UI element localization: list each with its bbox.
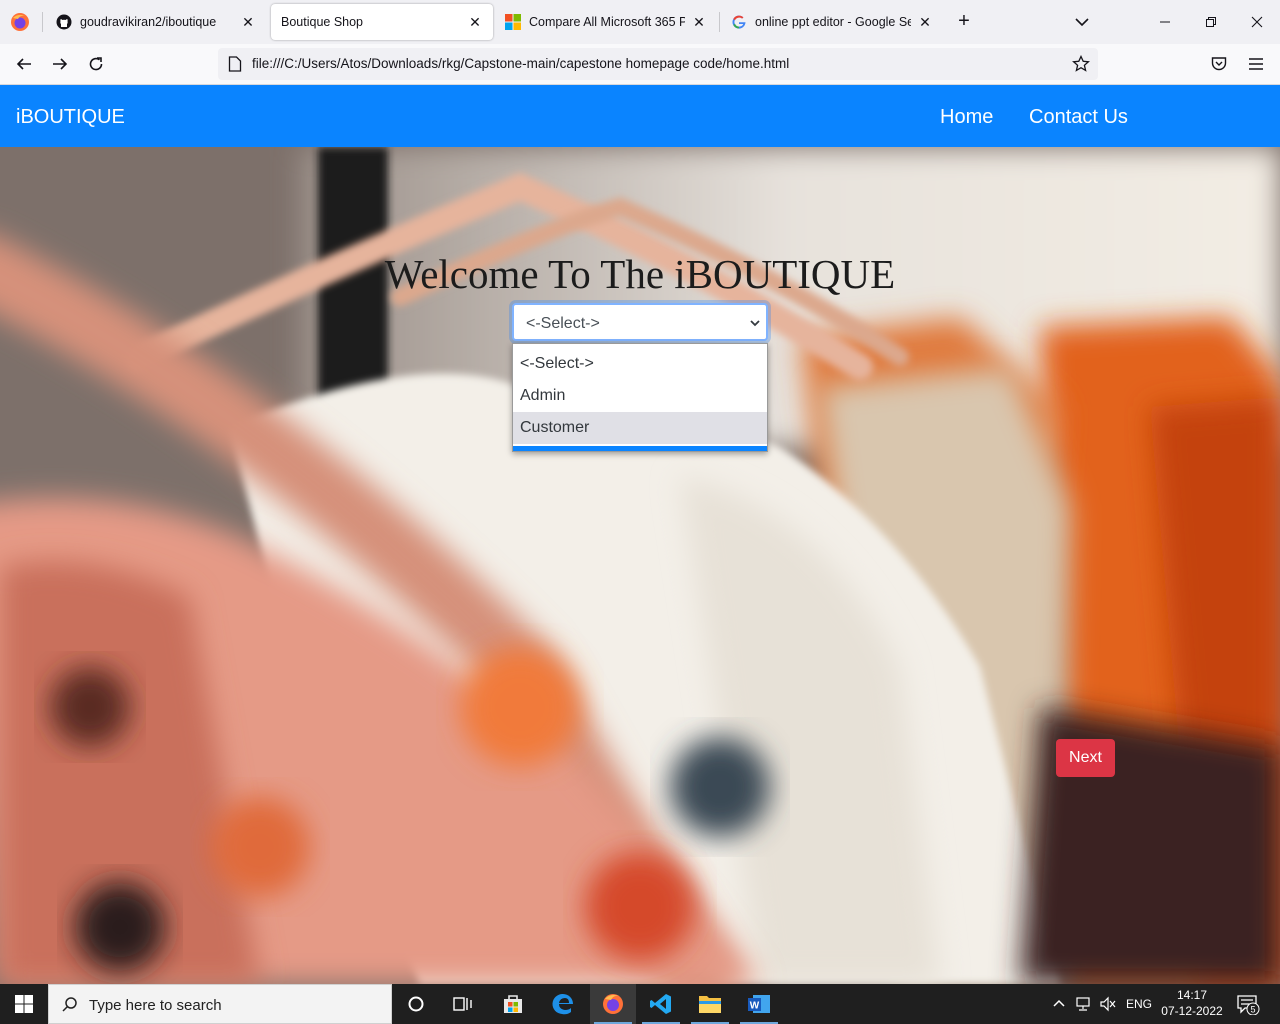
file-explorer-icon [699,996,721,1013]
next-button[interactable]: Next [1056,739,1115,777]
reload-button[interactable] [84,52,108,76]
cortana-button[interactable] [393,984,439,1024]
hamburger-menu-icon [1249,58,1263,70]
clock-time: 14:17 [1176,988,1208,1002]
nav-home-link[interactable]: Home [940,106,993,129]
minimize-button[interactable] [1153,10,1177,34]
task-view-icon [453,997,472,1011]
taskbar-clock[interactable]: 14:17 07-12-2022 [1160,987,1224,1019]
role-select-dropdown: <-Select-> Admin Customer [512,343,768,452]
tab-title: goudravikiran2/iboutique [80,15,217,29]
option-customer[interactable]: Customer [513,412,767,444]
search-placeholder: Type here to search [89,997,222,1014]
url-text: file:///C:/Users/Atos/Downloads/rkg/Caps… [252,56,790,71]
pocket-icon [1211,57,1227,71]
word-icon: W [748,995,770,1013]
github-icon [56,14,72,30]
pocket-button[interactable] [1207,52,1231,76]
reload-icon [89,57,103,71]
restore-button[interactable] [1199,10,1223,34]
windows-taskbar: Type here to search W ENG 14:17 07-12-20… [0,984,1280,1024]
close-window-button[interactable] [1245,10,1269,34]
welcome-heading: Welcome To The iBOUTIQUE [384,251,896,297]
url-bar[interactable]: file:///C:/Users/Atos/Downloads/rkg/Caps… [218,48,1098,80]
file-explorer-button[interactable] [687,984,733,1024]
forward-button[interactable] [48,52,72,76]
tab-title: Boutique Shop [281,15,364,29]
store-button[interactable] [490,984,536,1024]
tab-google-search[interactable]: online ppt editor - Google Search ✕ [721,4,943,40]
firefox-taskbar-button[interactable] [590,984,636,1024]
firefox-icon [603,994,623,1014]
close-tab-icon[interactable]: ✕ [917,14,933,30]
notifications-button[interactable]: 5 [1236,984,1260,1024]
tab-separator [719,12,720,32]
site-navbar: iBOUTIQUE Home Contact Us [0,85,1280,147]
minimize-icon [1160,21,1170,23]
volume-button[interactable] [1099,984,1117,1024]
nav-contact-link[interactable]: Contact Us [1029,106,1128,129]
firefox-icon[interactable] [10,12,30,32]
word-button[interactable]: W [736,984,782,1024]
edge-icon [552,993,573,1015]
dropdown-focus-bar [513,446,767,451]
chevron-down-icon [750,320,760,327]
tab-title: online ppt editor - Google Search [755,15,911,29]
chevron-down-icon[interactable] [1072,12,1092,32]
language-indicator[interactable]: ENG [1126,984,1152,1024]
site-brand[interactable]: iBOUTIQUE [16,106,125,129]
notifications-icon: 5 [1237,995,1260,1015]
language-text: ENG [1126,997,1153,1011]
back-button[interactable] [12,52,36,76]
start-button[interactable] [0,984,48,1024]
tab-boutique-shop[interactable]: Boutique Shop ✕ [271,4,493,40]
close-tab-icon[interactable]: ✕ [691,14,707,30]
option-select[interactable]: <-Select-> [513,348,767,380]
svg-text:W: W [750,1001,760,1012]
arrow-right-icon [53,58,68,70]
tab-title: Compare All Microsoft 365 Plans [529,15,685,29]
google-icon [732,15,746,29]
search-icon [62,997,77,1012]
show-hidden-icons-button[interactable] [1052,984,1066,1024]
volume-muted-icon [1100,996,1116,1012]
hero-section: Welcome To The iBOUTIQUE <-Select-> <-Se… [0,147,1280,984]
browser-tab-strip: goudravikiran2/iboutique ✕ Boutique Shop… [0,0,1280,44]
option-admin[interactable]: Admin [513,380,767,412]
vscode-icon [650,994,671,1014]
windows-logo-icon [15,995,33,1013]
menu-button[interactable] [1244,52,1268,76]
restore-icon [1206,17,1216,27]
close-tab-icon[interactable]: ✕ [467,14,483,30]
role-select-value: <-Select-> [526,315,600,332]
network-icon [1076,997,1090,1011]
role-select[interactable]: <-Select-> [512,303,768,341]
close-tab-icon[interactable]: ✕ [240,14,256,30]
browser-toolbar: file:///C:/Users/Atos/Downloads/rkg/Caps… [0,44,1280,85]
tab-github[interactable]: goudravikiran2/iboutique ✕ [46,4,266,40]
web-page: iBOUTIQUE Home Contact Us Welcome To The… [0,85,1280,984]
store-icon [504,995,522,1013]
page-icon [228,56,242,72]
tab-microsoft-365[interactable]: Compare All Microsoft 365 Plans ✕ [495,4,717,40]
chevron-up-icon [1053,999,1065,1007]
arrow-left-icon [16,58,31,70]
new-tab-button[interactable]: + [953,11,975,33]
tab-separator [42,12,43,32]
cortana-icon [408,996,424,1012]
edge-button[interactable] [540,984,586,1024]
clock-date: 07-12-2022 [1161,1004,1223,1018]
star-icon[interactable] [1072,55,1090,73]
close-icon [1251,16,1263,28]
notification-count: 5 [1250,1005,1255,1015]
vscode-button[interactable] [638,984,684,1024]
task-view-button[interactable] [440,984,486,1024]
network-button[interactable] [1075,984,1093,1024]
taskbar-search-box[interactable]: Type here to search [48,984,392,1024]
microsoft-icon [505,14,521,30]
